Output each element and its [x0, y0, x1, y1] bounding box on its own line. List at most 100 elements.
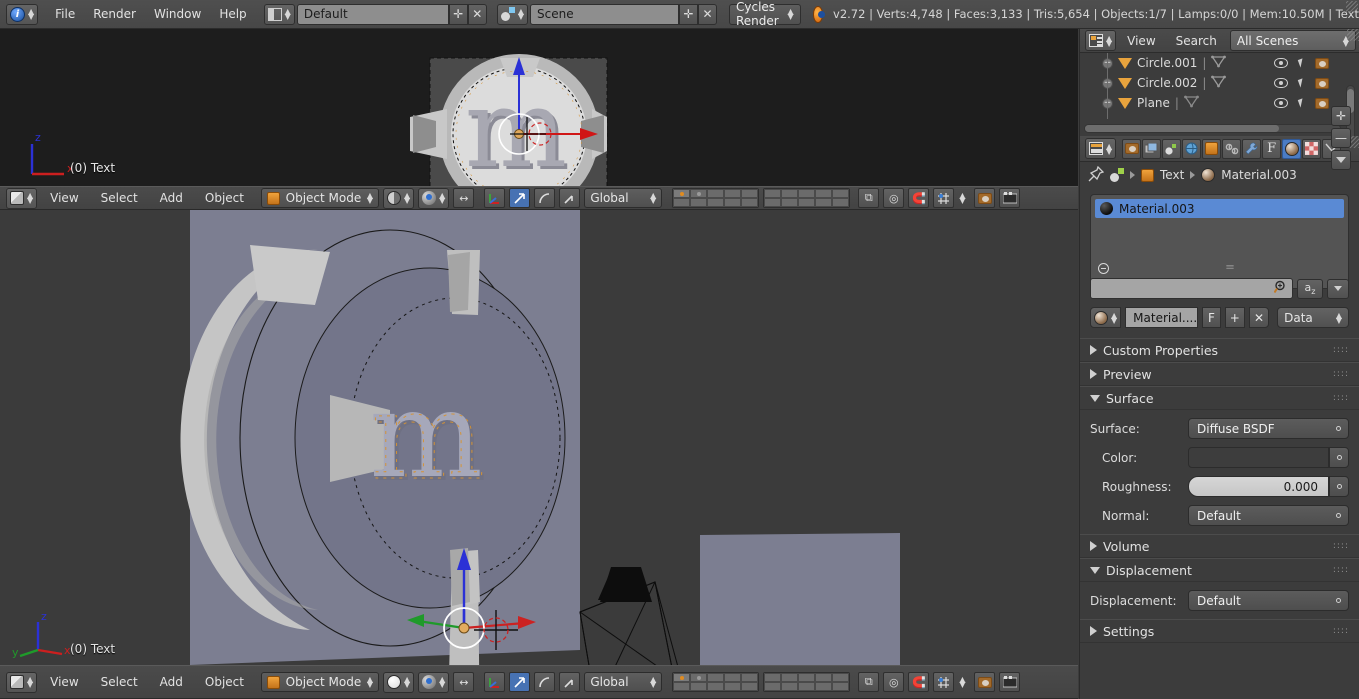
proportional-edit-toggle-top[interactable]: ↔ — [453, 188, 475, 208]
hide-in-viewport-toggle[interactable] — [1274, 78, 1288, 88]
scene-layers-group1-bottom[interactable] — [672, 672, 760, 692]
tab-render-layers-icon[interactable] — [1142, 138, 1162, 159]
layer-button[interactable] — [673, 682, 691, 691]
manipulator-scale-button-bottom[interactable] — [559, 672, 581, 692]
filter-options-button[interactable] — [1327, 278, 1349, 299]
interaction-mode-selector-top[interactable]: Object Mode ▲ ▼ — [261, 188, 379, 208]
manipulator-scale-button-top[interactable] — [559, 188, 581, 208]
panel-header-custom-properties[interactable]: Custom Properties :::: — [1080, 338, 1359, 362]
layer-button[interactable] — [832, 198, 850, 207]
viewport-menu-add-bottom[interactable]: Add — [151, 675, 192, 689]
material-search-input[interactable] — [1090, 278, 1293, 299]
outliner-row-circle001[interactable]: + Circle.001 | — [1080, 53, 1359, 73]
list-resize-grip[interactable]: ＝ — [1225, 264, 1235, 274]
layer-button[interactable] — [764, 189, 782, 198]
tab-scene-icon[interactable] — [1162, 138, 1182, 159]
menu-help[interactable]: Help — [210, 7, 255, 21]
layer-button[interactable] — [815, 189, 833, 198]
layer-button[interactable] — [707, 673, 725, 682]
diffuse-color-swatch[interactable] — [1188, 447, 1329, 468]
tab-object-icon[interactable] — [1202, 138, 1222, 159]
hide-in-viewport-toggle[interactable] — [1274, 98, 1288, 108]
hide-in-render-toggle[interactable] — [1315, 77, 1329, 89]
remove-material-slot-button[interactable]: — — [1331, 128, 1351, 148]
render-preview-toggle-bottom[interactable]: ◎ — [883, 672, 905, 692]
outliner-horizontal-scrollbar[interactable] — [1084, 124, 1341, 133]
layer-button[interactable] — [673, 189, 691, 198]
hide-in-render-toggle[interactable] — [1315, 57, 1329, 69]
layer-button[interactable] — [798, 189, 816, 198]
chevron-updown-icon[interactable]: ▲ ▼ — [959, 192, 965, 205]
chevron-updown-icon[interactable]: ▲ ▼ — [959, 676, 965, 689]
layer-button[interactable] — [690, 682, 708, 691]
layer-button[interactable] — [690, 673, 708, 682]
delete-scene-button[interactable]: ✕ — [697, 3, 717, 25]
panel-header-volume[interactable]: Volume :::: — [1080, 534, 1359, 558]
layer-button[interactable] — [741, 189, 759, 198]
editor-type-selector-3dview-top[interactable]: ▲ ▼ — [6, 187, 38, 209]
layer-button[interactable] — [724, 673, 742, 682]
sort-alphabetically-button[interactable]: az — [1297, 278, 1323, 299]
hide-in-render-toggle[interactable] — [1315, 97, 1329, 109]
selectable-toggle[interactable] — [1297, 58, 1306, 68]
surface-shader-selector[interactable]: Diffuse BSDF — [1188, 418, 1349, 439]
scene-layers-group2-top[interactable] — [763, 188, 851, 208]
tab-world-icon[interactable] — [1182, 138, 1202, 159]
material-specials-menu-button[interactable] — [1331, 150, 1351, 170]
transform-orientation-selector-bottom[interactable]: Global ▲ ▼ — [584, 672, 663, 692]
color-node-link-button[interactable] — [1329, 447, 1349, 468]
tab-material-icon[interactable] — [1282, 138, 1302, 159]
viewport-menu-add-top[interactable]: Add — [151, 191, 192, 205]
screen-layout-icon-button[interactable]: ▲ ▼ — [263, 3, 295, 25]
camera-viewport[interactable]: Camera Persp + + m m — [0, 29, 1078, 186]
outliner-display-mode-selector[interactable]: All Scenes ▲ ▼ — [1229, 30, 1356, 51]
new-scene-button[interactable]: ✛ — [678, 3, 698, 25]
manipulator-translate-button-bottom[interactable] — [484, 672, 506, 692]
viewport-menu-object-bottom[interactable]: Object — [196, 675, 253, 689]
layer-button[interactable] — [724, 682, 742, 691]
layer-button[interactable] — [798, 682, 816, 691]
panel-header-preview[interactable]: Preview :::: — [1080, 362, 1359, 386]
outliner-row-circle002[interactable]: + Circle.002 | — [1080, 73, 1359, 93]
layer-button[interactable] — [707, 682, 725, 691]
editor-type-selector-properties[interactable]: ▲ ▼ — [1085, 138, 1117, 159]
outliner-menu-view[interactable]: View — [1118, 34, 1164, 48]
layer-button[interactable] — [815, 682, 833, 691]
tab-font-icon[interactable]: F — [1262, 138, 1282, 159]
panel-header-surface[interactable]: Surface :::: — [1080, 386, 1359, 410]
displacement-selector[interactable]: Default — [1188, 590, 1349, 611]
transform-orientation-selector-top[interactable]: Global ▲ ▼ — [584, 188, 663, 208]
selectable-toggle[interactable] — [1297, 78, 1306, 88]
roughness-node-link-button[interactable] — [1329, 476, 1349, 497]
manipulator-enable-toggle-bottom[interactable] — [509, 672, 531, 692]
manipulator-enable-toggle-top[interactable] — [509, 188, 531, 208]
layer-button[interactable] — [832, 682, 850, 691]
proportional-edit-toggle-bottom[interactable]: ↔ — [453, 672, 475, 692]
layer-button[interactable] — [741, 682, 759, 691]
editor-type-selector-outliner[interactable]: ▲ ▼ — [1085, 30, 1117, 51]
new-material-button[interactable]: + — [1224, 307, 1245, 328]
render-engine-selector[interactable]: Cycles Render ▲ ▼ — [728, 0, 801, 28]
layer-button[interactable] — [741, 673, 759, 682]
properties-editor[interactable]: ▲ ▼ F Text Material.003 Material.003 ✛ —… — [1079, 106, 1359, 699]
roughness-slider[interactable]: 0.000 — [1188, 476, 1329, 497]
tab-texture-icon[interactable] — [1302, 138, 1322, 159]
layer-button[interactable] — [690, 189, 708, 198]
editor-type-selector-info[interactable]: i ▲ ▼ — [6, 3, 39, 25]
panel-drag-grip[interactable]: :::: — [1333, 394, 1349, 403]
scene-layers-group2-bottom[interactable] — [763, 672, 851, 692]
layer-button[interactable] — [764, 682, 782, 691]
outliner-editor[interactable]: ▲▼ View Search All Scenes ▲▼ + Circle.00… — [1079, 29, 1359, 136]
snap-magnet-toggle-top[interactable]: 🧲 — [908, 188, 930, 208]
layer-button[interactable] — [724, 189, 742, 198]
main-3d-viewport[interactable]: User Ortho + + m m — [0, 210, 1078, 665]
layer-button[interactable] — [673, 198, 691, 207]
lock-camera-to-view-toggle-top[interactable]: ⧉ — [858, 188, 880, 208]
menu-file[interactable]: File — [46, 7, 84, 21]
scene-breadcrumb-icon[interactable] — [1110, 168, 1124, 182]
opengl-render-animation-button-top[interactable] — [999, 188, 1021, 208]
layer-button[interactable] — [781, 198, 799, 207]
panel-header-displacement[interactable]: Displacement :::: — [1080, 558, 1359, 582]
layer-button[interactable] — [798, 198, 816, 207]
unlink-material-button[interactable]: ✕ — [1248, 307, 1270, 328]
